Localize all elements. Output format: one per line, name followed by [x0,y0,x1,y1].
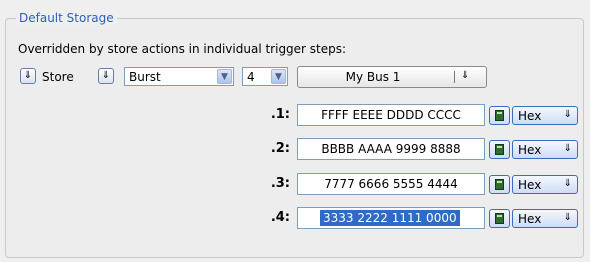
format-value: Hex [518,178,542,192]
double-chevron-down-icon: ⇓ [23,70,33,81]
value-field[interactable]: FFFF EEEE DDDD CCCC [297,104,485,126]
double-chevron-down-icon: ⇓ [461,70,470,81]
value-field[interactable]: BBBB AAAA 9999 8888 [297,138,485,160]
format-value: Hex [518,143,542,157]
store-label: Store [42,70,74,84]
calculator-button[interactable] [489,209,510,228]
calculator-icon [495,110,504,121]
row-label: .3: [270,176,290,191]
group-title: Default Storage [16,11,117,25]
row-label: .2: [270,141,290,156]
calculator-icon [495,179,504,190]
count-select[interactable]: 4 ▼ [242,67,288,86]
count-value: 4 [247,70,255,84]
calculator-icon [495,213,504,224]
format-select[interactable]: Hex ⇓ [512,209,578,228]
double-chevron-down-icon: ⇓ [563,178,572,189]
bus-label: My Bus 1 [345,70,401,84]
calculator-icon [495,144,504,155]
double-chevron-down-icon: ⇓ [563,212,572,223]
format-select[interactable]: Hex ⇓ [512,106,578,125]
value-text: 3333 2222 1111 0000 [320,210,460,226]
collapse-toggle-button[interactable]: ⇓ [20,68,36,84]
double-chevron-down-icon: ⇓ [101,70,111,81]
double-chevron-down-icon: ⇓ [563,143,572,154]
chevron-down-icon[interactable]: ▼ [217,69,232,84]
group-subtitle: Overridden by store actions in individua… [18,42,347,56]
calculator-button[interactable] [489,106,510,125]
storage-mode-select[interactable]: Burst ▼ [124,67,234,86]
separator [454,71,455,83]
value-text: 7777 6666 5555 4444 [324,177,458,191]
format-select[interactable]: Hex ⇓ [512,175,578,194]
store-toggle-button[interactable]: ⇓ [98,68,114,84]
chevron-down-icon[interactable]: ▼ [271,69,286,84]
calculator-button[interactable] [489,175,510,194]
value-field-selected[interactable]: 3333 2222 1111 0000 [297,207,485,229]
row-label: .1: [270,107,290,122]
bus-select-button[interactable]: My Bus 1 ⇓ [297,66,487,88]
calculator-button[interactable] [489,140,510,159]
value-text: BBBB AAAA 9999 8888 [321,142,461,156]
double-chevron-down-icon: ⇓ [563,109,572,120]
format-select[interactable]: Hex ⇓ [512,140,578,159]
row-label: .4: [270,210,290,225]
value-field[interactable]: 7777 6666 5555 4444 [297,173,485,195]
format-value: Hex [518,109,542,123]
storage-mode-value: Burst [129,70,161,84]
format-value: Hex [518,212,542,226]
value-text: FFFF EEEE DDDD CCCC [321,108,461,122]
